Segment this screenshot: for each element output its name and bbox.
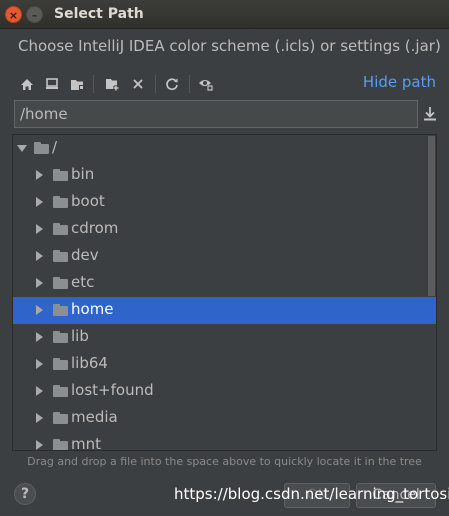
toolbar-separator	[155, 75, 156, 93]
folder-icon	[53, 169, 68, 181]
drag-drop-hint: Drag and drop a file into the space abov…	[27, 455, 422, 468]
toolbar-separator	[93, 75, 94, 93]
expand-arrow-icon[interactable]	[36, 305, 43, 315]
expand-arrow-icon[interactable]	[36, 251, 43, 261]
tree-row[interactable]: dev	[13, 243, 436, 270]
folder-icon	[34, 142, 49, 154]
tree-row-label: boot	[71, 192, 105, 210]
tree-row-label: cdrom	[71, 219, 119, 237]
tree-row-label: lost+found	[71, 381, 154, 399]
folder-icon	[53, 439, 68, 450]
tree-row-label: etc	[71, 273, 95, 291]
refresh-icon[interactable]	[161, 72, 183, 96]
expand-arrow-icon[interactable]	[36, 224, 43, 234]
tree-row-label: dev	[71, 246, 99, 264]
tree-row-label: /	[52, 138, 58, 156]
dialog-description: Choose IntelliJ IDEA color scheme (.icls…	[18, 37, 441, 55]
watermark-text: https://blog.csdn.net/learning_tortosie	[174, 485, 449, 503]
tree-row-label: media	[71, 408, 118, 426]
tree-row[interactable]: boot	[13, 189, 436, 216]
path-input[interactable]: /home	[14, 100, 418, 128]
file-chooser-toolbar	[14, 72, 214, 96]
window-title: Select Path	[54, 6, 144, 22]
toolbar-separator	[189, 75, 190, 93]
folder-icon	[53, 304, 68, 316]
expand-arrow-icon[interactable]	[36, 440, 43, 450]
expand-arrow-icon[interactable]	[17, 145, 27, 152]
new-folder-icon[interactable]	[102, 72, 124, 96]
tree-row-label: bin	[71, 165, 95, 183]
tree-row-label: lib64	[71, 354, 108, 372]
tree-row[interactable]: lost+found	[13, 378, 436, 405]
folder-icon	[53, 358, 68, 370]
expand-arrow-icon[interactable]	[36, 197, 43, 207]
folder-icon	[53, 331, 68, 343]
expand-arrow-icon[interactable]	[36, 332, 43, 342]
hide-path-link[interactable]: Hide path	[363, 73, 436, 91]
expand-arrow-icon[interactable]	[36, 359, 43, 369]
home-icon[interactable]	[16, 72, 38, 96]
folder-icon	[53, 277, 68, 289]
tree-row[interactable]: bin	[13, 162, 436, 189]
title-bar: × – Select Path	[0, 0, 449, 29]
tree-row[interactable]: mnt	[13, 432, 436, 451]
folder-icon	[53, 385, 68, 397]
window-close-button[interactable]: ×	[5, 6, 22, 23]
delete-icon[interactable]	[127, 72, 149, 96]
tree-row-label: mnt	[71, 435, 101, 451]
tree-row-label: home	[71, 300, 114, 318]
desktop-icon[interactable]	[41, 72, 63, 96]
show-hidden-icon[interactable]	[195, 72, 217, 96]
tree-row[interactable]: media	[13, 405, 436, 432]
directory-tree[interactable]: / bin boot cdrom dev etc home lib lib64 lost+foun…	[12, 134, 437, 451]
download-icon[interactable]	[421, 104, 439, 124]
tree-row[interactable]: etc	[13, 270, 436, 297]
expand-arrow-icon[interactable]	[36, 278, 43, 288]
tree-row[interactable]: lib	[13, 324, 436, 351]
tree-row[interactable]: cdrom	[13, 216, 436, 243]
project-folder-icon[interactable]	[66, 72, 88, 96]
folder-icon	[53, 223, 68, 235]
help-button[interactable]: ?	[14, 483, 36, 505]
expand-arrow-icon[interactable]	[36, 413, 43, 423]
tree-row-root[interactable]: /	[13, 135, 436, 162]
window-minimize-button[interactable]: –	[26, 6, 43, 23]
expand-arrow-icon[interactable]	[36, 170, 43, 180]
tree-row[interactable]: home	[13, 297, 436, 324]
folder-icon	[53, 196, 68, 208]
expand-arrow-icon[interactable]	[36, 386, 43, 396]
tree-row[interactable]: lib64	[13, 351, 436, 378]
folder-icon	[53, 412, 68, 424]
folder-icon	[53, 250, 68, 262]
tree-row-label: lib	[71, 327, 89, 345]
